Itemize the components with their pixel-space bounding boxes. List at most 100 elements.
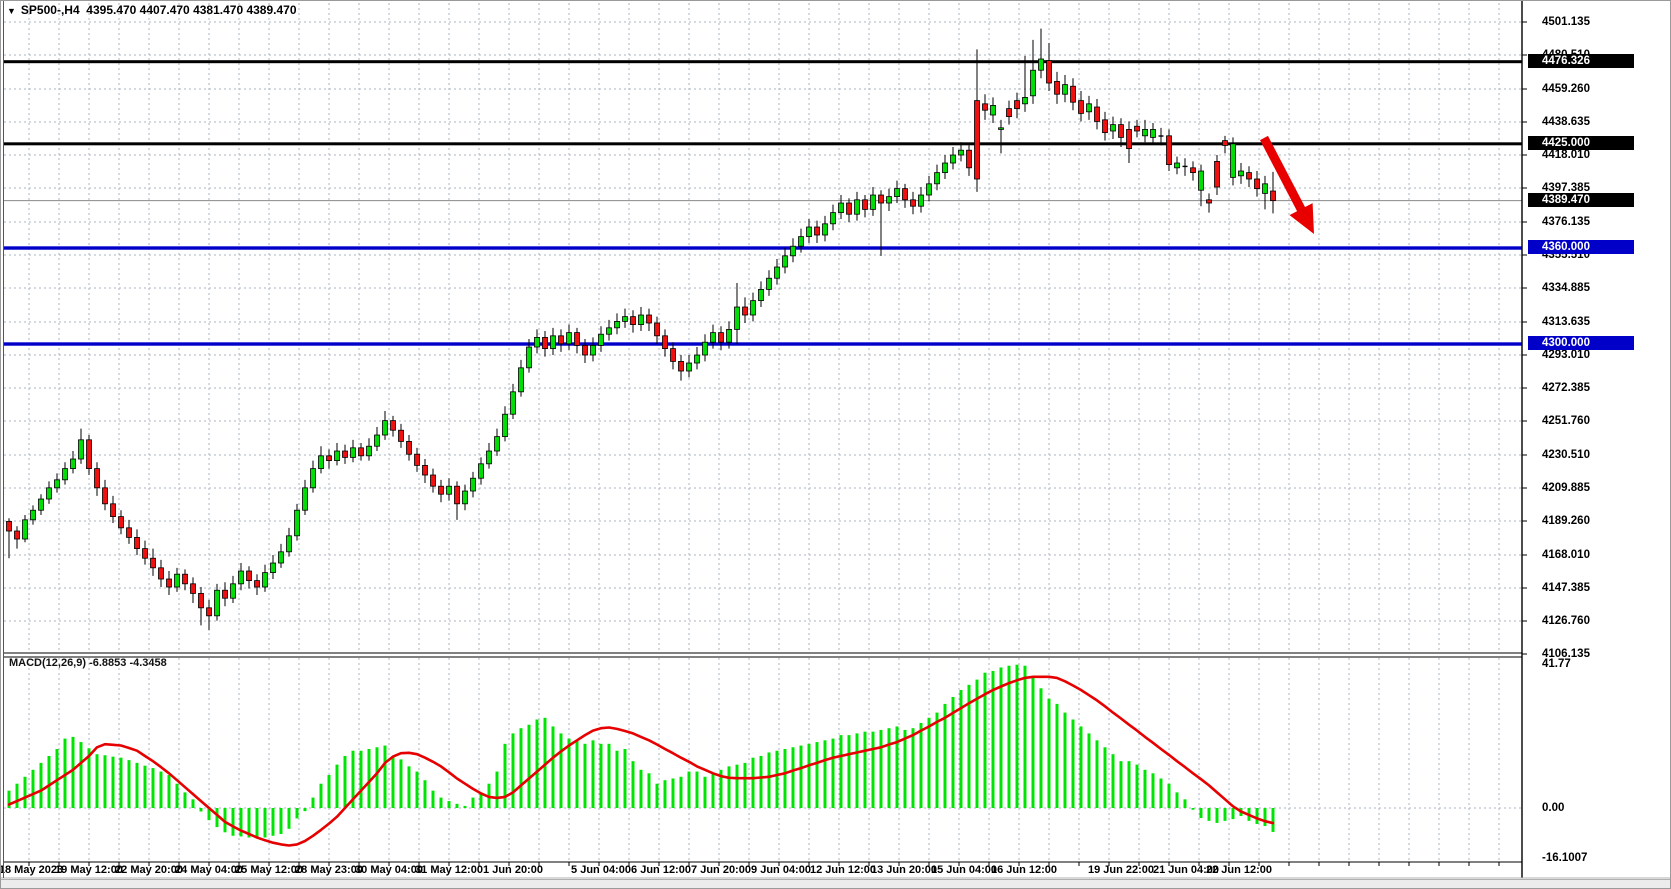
macd-histogram-bar bbox=[112, 757, 115, 808]
macd-histogram-bar bbox=[1024, 666, 1027, 808]
price-axis-label: 4272.385 bbox=[1534, 381, 1634, 395]
support-line-blue[interactable] bbox=[4, 342, 1522, 345]
chart-plot-area[interactable] bbox=[1, 1, 1671, 889]
candle-bullish bbox=[1143, 129, 1148, 135]
macd-histogram-bar bbox=[176, 784, 179, 808]
candle-bearish bbox=[1271, 191, 1276, 201]
candle-bullish bbox=[1023, 97, 1028, 103]
candle-bearish bbox=[903, 189, 908, 200]
price-level-label-black: 4389.470 bbox=[1528, 193, 1634, 207]
candle-bearish bbox=[1207, 200, 1212, 203]
macd-histogram-bar bbox=[528, 725, 531, 808]
candle-bullish bbox=[711, 333, 716, 343]
candle-bearish bbox=[431, 475, 436, 486]
candle-bearish bbox=[359, 448, 364, 456]
time-axis-label: 22 Jun 12:00 bbox=[1206, 863, 1272, 877]
candle-bullish bbox=[783, 256, 788, 267]
macd-histogram-bar bbox=[1096, 740, 1099, 808]
resistance-line-black[interactable] bbox=[4, 60, 1522, 63]
candle-bullish bbox=[367, 446, 372, 456]
macd-histogram-bar bbox=[424, 780, 427, 808]
price-axis-label: 4251.760 bbox=[1534, 414, 1634, 428]
macd-histogram-bar bbox=[360, 751, 363, 808]
candle-bearish bbox=[199, 593, 204, 607]
macd-histogram-bar bbox=[872, 732, 875, 808]
macd-histogram-bar bbox=[1272, 808, 1275, 832]
candle-bearish bbox=[143, 549, 148, 559]
macd-histogram-bar bbox=[472, 798, 475, 808]
macd-histogram-bar bbox=[712, 773, 715, 808]
candle-bullish bbox=[487, 451, 492, 464]
support-line-blue[interactable] bbox=[4, 246, 1522, 249]
macd-histogram-bar bbox=[432, 791, 435, 808]
candle-bearish bbox=[119, 517, 124, 528]
candle-bullish bbox=[535, 337, 540, 347]
macd-histogram-bar bbox=[464, 806, 467, 808]
candle-bullish bbox=[447, 486, 452, 494]
macd-histogram-bar bbox=[1048, 699, 1051, 808]
macd-histogram-bar bbox=[928, 718, 931, 808]
candle-bearish bbox=[543, 337, 548, 348]
macd-histogram-bar bbox=[880, 730, 883, 808]
macd-histogram-bar bbox=[232, 808, 235, 836]
chart-dropdown-icon[interactable]: ▼ bbox=[7, 6, 16, 16]
price-axis-label: 4209.885 bbox=[1534, 481, 1634, 495]
time-axis-label: 15 Jun 04:00 bbox=[931, 863, 997, 877]
macd-histogram-bar bbox=[1176, 792, 1179, 808]
macd-histogram-bar bbox=[1184, 799, 1187, 808]
time-axis-label: 28 May 23:00 bbox=[295, 863, 363, 877]
price-axis-label: 4189.260 bbox=[1534, 514, 1634, 528]
time-axis-label: 12 Jun 12:00 bbox=[810, 863, 876, 877]
candle-bullish bbox=[479, 464, 484, 478]
resistance-line-black[interactable] bbox=[4, 142, 1522, 145]
chart-ohlc-values: 4395.470 4407.470 4381.470 4389.470 bbox=[86, 3, 296, 17]
macd-histogram-bar bbox=[1128, 761, 1131, 808]
candle-bearish bbox=[815, 227, 820, 235]
macd-histogram-bar bbox=[504, 744, 507, 808]
candle-bullish bbox=[383, 421, 388, 435]
candle-bullish bbox=[39, 499, 44, 510]
macd-histogram-bar bbox=[336, 765, 339, 808]
macd-histogram-bar bbox=[616, 751, 619, 808]
candle-bullish bbox=[855, 200, 860, 214]
macd-histogram-bar bbox=[824, 740, 827, 808]
macd-histogram-bar bbox=[1120, 761, 1123, 808]
time-axis-label: 5 Jun 04:00 bbox=[571, 863, 631, 877]
price-level-label-blue: 4360.000 bbox=[1528, 240, 1634, 254]
macd-histogram-bar bbox=[608, 744, 611, 808]
macd-histogram-bar bbox=[264, 808, 267, 837]
candle-bearish bbox=[847, 203, 852, 214]
macd-histogram-bar bbox=[1264, 808, 1267, 826]
candle-bullish bbox=[687, 363, 692, 371]
macd-histogram-bar bbox=[80, 742, 83, 808]
candle-bullish bbox=[351, 448, 356, 458]
macd-histogram-bar bbox=[576, 740, 579, 808]
candle-bullish bbox=[999, 128, 1004, 130]
time-axis-label: 22 May 20:00 bbox=[115, 863, 183, 877]
candle-bullish bbox=[175, 574, 180, 587]
macd-histogram-bar bbox=[1072, 720, 1075, 808]
time-axis-label: 9 Jun 04:00 bbox=[751, 863, 811, 877]
candle-bearish bbox=[399, 430, 404, 441]
candle-bearish bbox=[127, 528, 132, 538]
candle-bearish bbox=[1119, 125, 1124, 138]
annotation-arrow-shaft[interactable] bbox=[1264, 138, 1303, 213]
chart-title[interactable]: ▼SP500-,H4 4395.470 4407.470 4381.470 43… bbox=[7, 3, 297, 17]
price-level-label-blue: 4300.000 bbox=[1528, 336, 1634, 350]
candle-bearish bbox=[719, 333, 724, 343]
macd-histogram-bar bbox=[560, 733, 563, 808]
candle-bearish bbox=[1215, 161, 1220, 187]
candle-bullish bbox=[895, 189, 900, 197]
macd-histogram-bar bbox=[1064, 713, 1067, 808]
candle-bearish bbox=[1095, 107, 1100, 121]
candle-bullish bbox=[991, 105, 996, 115]
candle-bearish bbox=[1191, 168, 1196, 173]
macd-histogram-bar bbox=[288, 808, 291, 829]
macd-histogram-bar bbox=[1144, 770, 1147, 808]
macd-histogram-bar bbox=[1008, 666, 1011, 808]
candle-bullish bbox=[727, 329, 732, 342]
macd-histogram-bar bbox=[200, 808, 203, 811]
macd-histogram-bar bbox=[376, 747, 379, 808]
macd-histogram-bar bbox=[144, 766, 147, 808]
candle-bullish bbox=[1159, 135, 1164, 136]
